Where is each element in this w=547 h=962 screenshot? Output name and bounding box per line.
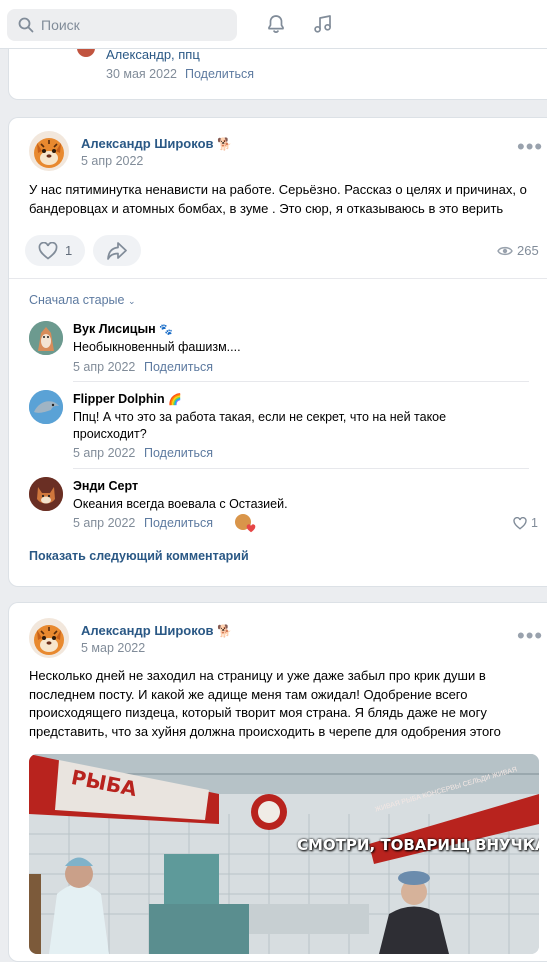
comment-date[interactable]: 5 апр 2022 xyxy=(73,360,135,374)
post-author[interactable]: Александр Широков xyxy=(81,623,214,638)
comment-divider xyxy=(73,381,529,382)
divider xyxy=(9,278,547,279)
comment-text: Необыкновенный фашизм.... xyxy=(73,340,241,354)
more-dots-icon[interactable]: ••• xyxy=(517,625,543,647)
top-bar xyxy=(0,0,547,49)
commenter-name[interactable]: Энди Серт xyxy=(73,479,138,493)
share-arrow-icon xyxy=(106,241,128,264)
comment-share-link[interactable]: Поделиться xyxy=(144,516,213,530)
post-date[interactable]: 5 мар 2022 xyxy=(81,641,145,655)
bell-icon[interactable] xyxy=(265,13,287,38)
commenter-name[interactable]: Flipper Dolphin xyxy=(73,392,165,406)
author-avatar[interactable] xyxy=(29,618,69,658)
comment-divider xyxy=(73,468,529,469)
search-icon xyxy=(18,17,34,36)
music-note-icon[interactable] xyxy=(312,13,334,38)
post-date[interactable]: 5 апр 2022 xyxy=(81,154,143,168)
share-button[interactable] xyxy=(93,235,141,266)
comment-author-line[interactable]: Александр, ппц xyxy=(106,47,200,62)
comment-date[interactable]: 5 апр 2022 xyxy=(73,516,135,530)
more-dots-icon[interactable]: ••• xyxy=(517,136,543,158)
image-caption: СМОТРИ, ТОВАРИЩ ВНУЧКА xyxy=(297,836,539,854)
comment-share-link[interactable]: Поделиться xyxy=(144,446,213,460)
show-next-comment-link[interactable]: Показать следующий комментарий xyxy=(29,549,249,563)
like-button[interactable]: 1 xyxy=(25,235,85,266)
post-author[interactable]: Александр Широков xyxy=(81,136,214,151)
heart-icon xyxy=(246,521,256,536)
commenter-name[interactable]: Вук Лисицын xyxy=(73,322,156,336)
view-count: 265 xyxy=(517,243,539,258)
comment-like-button[interactable] xyxy=(513,516,527,533)
search-box[interactable] xyxy=(7,9,237,41)
commenter-avatar[interactable] xyxy=(29,477,63,511)
search-input[interactable] xyxy=(41,9,231,41)
author-emoji: 🐕 xyxy=(217,624,233,638)
comment-text: Ппц! А что это за работа такая, если не … xyxy=(73,410,447,441)
post-image[interactable]: РЫБА ЖИВАЯ РЫБА КОНСЕРВЫ СЕЛЬДИ ЖИВАЯ СМ… xyxy=(29,754,539,954)
share-link[interactable]: Поделиться xyxy=(185,67,254,81)
comment-share-link[interactable]: Поделиться xyxy=(144,360,213,374)
comment-text: Океания всегда воевала с Остазией. xyxy=(73,497,288,511)
chevron-down-icon: ⌄ xyxy=(127,296,136,306)
comments-sort-dropdown[interactable]: Сначала старые ⌄ xyxy=(29,293,136,307)
commenter-avatar[interactable] xyxy=(29,321,63,355)
commenter-emoji: 🐾 xyxy=(159,324,174,336)
post-card: Александр Широков 🐕 5 апр 2022 ••• У нас… xyxy=(8,117,547,587)
post-text: У нас пятиминутка ненависти на работе. С… xyxy=(29,182,527,216)
commenter-avatar[interactable] xyxy=(29,390,63,424)
comment-date[interactable]: 30 мая 2022 xyxy=(106,67,177,81)
comment-date[interactable]: 5 апр 2022 xyxy=(73,446,135,460)
author-avatar[interactable] xyxy=(29,131,69,171)
like-count: 1 xyxy=(65,243,73,258)
heart-icon xyxy=(38,241,58,263)
eye-icon xyxy=(497,245,513,260)
commenter-emoji: 🌈 xyxy=(168,394,182,406)
post-text: Несколько дней не заходил на страницу и … xyxy=(29,668,501,739)
comment-like-count: 1 xyxy=(531,516,538,530)
sort-label: Сначала старые xyxy=(29,293,125,307)
author-emoji: 🐕 xyxy=(217,137,233,151)
post-card: Александр Широков 🐕 5 мар 2022 ••• Неско… xyxy=(8,602,547,962)
